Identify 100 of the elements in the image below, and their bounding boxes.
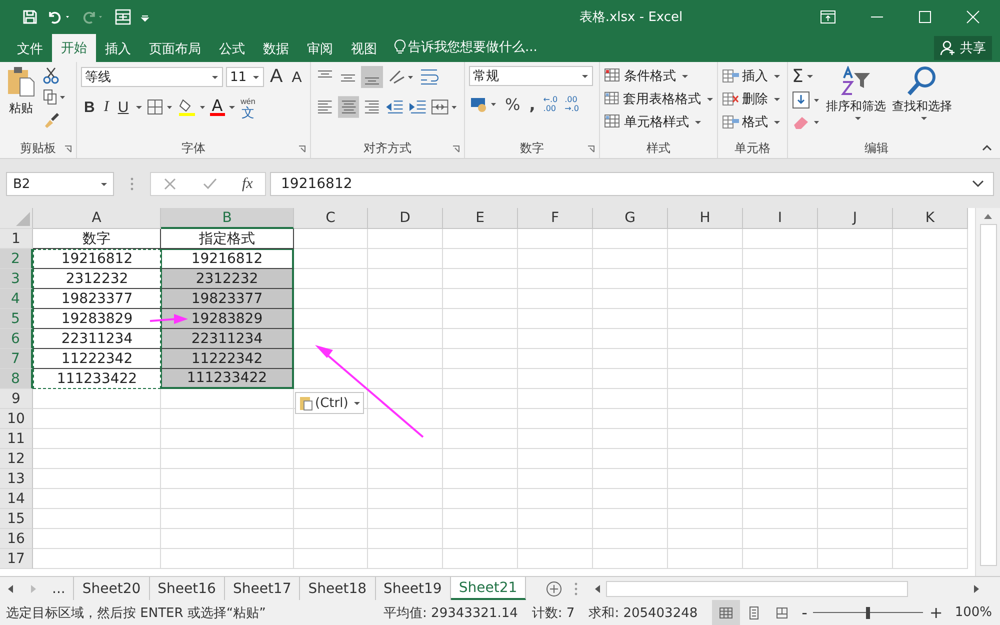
row-header[interactable]: 17 xyxy=(0,549,33,569)
column-header[interactable]: B xyxy=(161,208,294,229)
phonetic-button[interactable]: wén 文 xyxy=(238,96,258,118)
ribbon-tab[interactable]: 页面布局 xyxy=(140,36,210,62)
borders-icon[interactable] xyxy=(146,98,174,116)
grip-icon[interactable] xyxy=(130,177,134,191)
close-icon[interactable] xyxy=(966,10,980,24)
sort-filter-button[interactable]: 排序和筛选 xyxy=(824,66,888,138)
row-header[interactable]: 16 xyxy=(0,529,33,549)
zoom-out-button[interactable]: - xyxy=(796,603,814,622)
cells-menu-button[interactable]: 删除 xyxy=(722,88,783,110)
grow-font-button[interactable]: A xyxy=(267,66,286,88)
add-sheet-icon[interactable] xyxy=(546,580,562,596)
expand-icon[interactable] xyxy=(972,180,984,188)
ribbon-tab[interactable]: 审阅 xyxy=(298,36,342,62)
insert-function-button[interactable]: fx xyxy=(242,176,253,192)
number-format-field[interactable]: 常规 xyxy=(469,66,593,86)
column-header[interactable]: G xyxy=(593,208,668,229)
comma-button[interactable]: , xyxy=(526,94,538,114)
paste-options-button[interactable]: (Ctrl) xyxy=(295,392,364,414)
table-icon[interactable] xyxy=(114,9,132,25)
styles-menu-button[interactable]: 条件格式 xyxy=(604,65,713,87)
row-header[interactable]: 11 xyxy=(0,429,33,449)
underline-button[interactable]: U xyxy=(114,98,132,116)
fill-down-icon[interactable] xyxy=(792,91,822,109)
paste-button[interactable]: 粘贴 xyxy=(4,66,38,138)
scrollbar-thumb[interactable] xyxy=(606,580,908,596)
ribbon-tab[interactable]: 视图 xyxy=(342,36,386,62)
shrink-font-button[interactable]: A xyxy=(288,68,305,86)
ribbon-tab[interactable]: 开始 xyxy=(52,34,96,62)
column-header[interactable]: K xyxy=(893,208,968,229)
column-header[interactable]: A xyxy=(33,208,161,229)
fill-color-icon[interactable] xyxy=(176,97,207,117)
sheet-tab[interactable]: Sheet21 xyxy=(450,577,526,600)
grip-icon[interactable] xyxy=(574,582,578,596)
font-color-button[interactable]: A xyxy=(210,98,225,116)
column-header[interactable]: F xyxy=(518,208,593,229)
cells-menu-button[interactable]: 格式 xyxy=(722,111,783,133)
scrollbar-thumb[interactable] xyxy=(980,224,996,566)
decrease-decimal-button[interactable]: .00 →.0 xyxy=(562,95,581,113)
row-header[interactable]: 6 xyxy=(0,329,33,349)
dropdown-icon[interactable] xyxy=(134,103,143,111)
slider-thumb[interactable] xyxy=(866,606,870,618)
dialog-launcher-icon[interactable] xyxy=(298,145,306,153)
row-header[interactable]: 5 xyxy=(0,309,33,329)
column-header[interactable]: I xyxy=(743,208,818,229)
find-select-button[interactable]: 查找和选择 xyxy=(890,66,954,138)
align-bottom-icon[interactable] xyxy=(361,66,383,88)
dropdown-icon[interactable] xyxy=(228,103,236,111)
ribbon-display-icon[interactable] xyxy=(820,10,836,24)
row-header[interactable]: 2 xyxy=(0,249,33,269)
font-name-field[interactable]: 等线 xyxy=(81,67,223,87)
ribbon-tab[interactable]: 文件 xyxy=(8,36,52,62)
column-header[interactable]: D xyxy=(368,208,443,229)
dialog-launcher-icon[interactable] xyxy=(452,145,460,153)
row-header[interactable]: 4 xyxy=(0,289,33,309)
ribbon-tab[interactable]: 公式 xyxy=(210,36,254,62)
previous-sheet-icon[interactable] xyxy=(6,584,16,594)
name-box[interactable]: B2 xyxy=(6,172,114,196)
collapse-ribbon-icon[interactable] xyxy=(982,144,992,152)
row-header[interactable]: 1 xyxy=(0,229,33,249)
row-header[interactable]: 7 xyxy=(0,349,33,369)
percent-button[interactable]: % xyxy=(502,94,524,114)
column-header[interactable]: E xyxy=(443,208,518,229)
view-button[interactable] xyxy=(712,600,740,625)
formula-field[interactable]: 19216812 xyxy=(270,172,994,196)
scroll-up-icon[interactable] xyxy=(983,212,993,220)
styles-menu-button[interactable]: 套用表格格式 xyxy=(604,88,713,110)
dialog-launcher-icon[interactable] xyxy=(587,145,595,153)
row-header[interactable]: 9 xyxy=(0,389,33,409)
styles-menu-button[interactable]: 单元格样式 xyxy=(604,111,713,133)
wrap-text-icon[interactable] xyxy=(419,67,441,87)
autosum-button[interactable]: Σ xyxy=(792,66,822,87)
row-header[interactable]: 3 xyxy=(0,269,33,289)
save-icon[interactable] xyxy=(22,9,38,25)
scissors-icon[interactable] xyxy=(42,66,60,84)
font-size-field[interactable]: 11 xyxy=(226,67,264,87)
undo-icon[interactable] xyxy=(46,9,72,25)
scroll-right-icon[interactable] xyxy=(972,584,980,594)
share-button[interactable]: 共享 xyxy=(934,36,992,60)
row-header[interactable]: 8 xyxy=(0,369,33,389)
row-header[interactable]: 12 xyxy=(0,449,33,469)
column-header[interactable]: J xyxy=(818,208,893,229)
ribbon-tab[interactable]: 数据 xyxy=(254,36,298,62)
zoom-in-button[interactable]: + xyxy=(923,603,949,622)
cells-menu-button[interactable]: 插入 xyxy=(722,65,783,87)
scroll-left-icon[interactable] xyxy=(594,584,602,594)
italic-button[interactable]: I xyxy=(100,98,112,116)
format-painter-icon[interactable] xyxy=(42,110,60,128)
column-header[interactable]: H xyxy=(668,208,743,229)
increase-decimal-button[interactable]: ←.0 .00 xyxy=(541,95,560,113)
tell-me-search[interactable]: 告诉我您想要做什么... xyxy=(408,38,538,56)
row-header[interactable]: 13 xyxy=(0,469,33,489)
align-center-icon[interactable] xyxy=(338,96,360,118)
maximize-icon[interactable] xyxy=(918,10,932,24)
column-header[interactable]: C xyxy=(294,208,368,229)
row-header[interactable]: 15 xyxy=(0,509,33,529)
bold-button[interactable]: B xyxy=(81,98,98,116)
copy-icon[interactable] xyxy=(42,88,66,106)
dialog-launcher-icon[interactable] xyxy=(64,145,72,153)
